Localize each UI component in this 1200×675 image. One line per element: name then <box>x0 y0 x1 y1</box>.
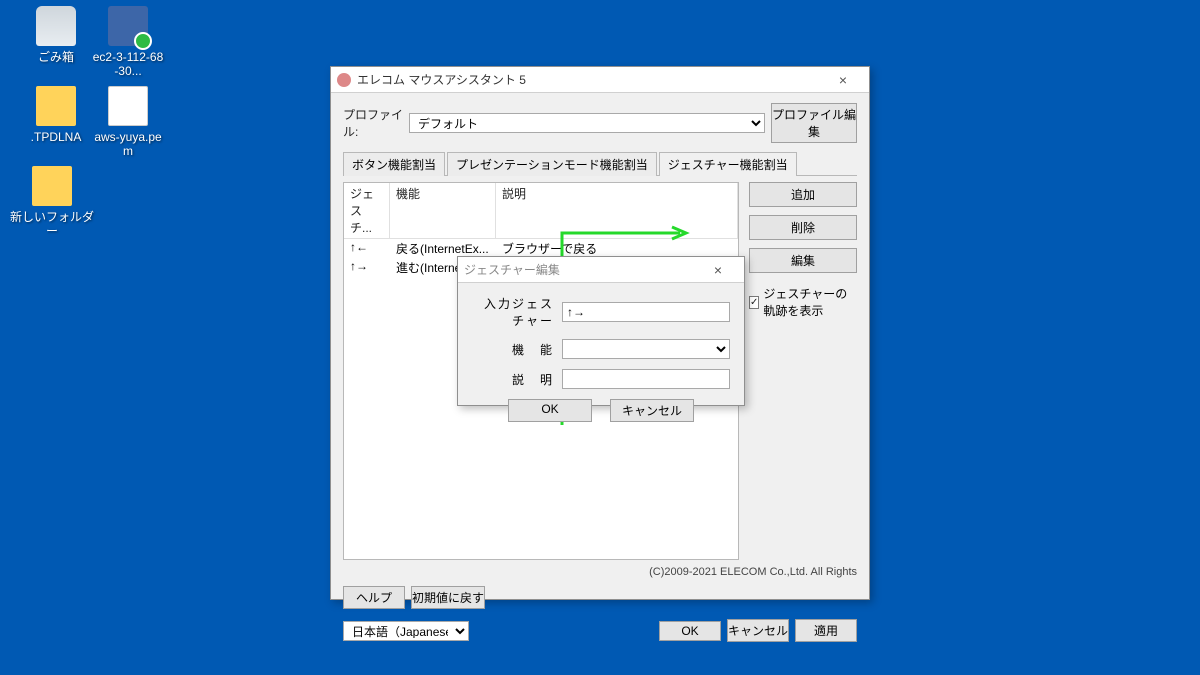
function-select[interactable] <box>562 339 730 359</box>
show-trace-checkbox[interactable]: ✓ ジェスチャーの軌跡を表示 <box>749 285 857 319</box>
copyright: (C)2009-2021 ELECOM Co.,Ltd. All Rights <box>343 566 857 578</box>
reset-button[interactable]: 初期値に戻す <box>411 586 485 609</box>
desktop-icon-trash[interactable]: ごみ箱 <box>20 6 92 64</box>
ok-button[interactable]: OK <box>659 621 721 641</box>
desktop-icon-label: .TPDLNA <box>20 130 92 144</box>
profile-label: プロファイル: <box>343 106 409 140</box>
desktop-icon-label: ごみ箱 <box>20 50 92 64</box>
cancel-button[interactable]: キャンセル <box>727 619 789 642</box>
col-func[interactable]: 機能 <box>390 183 496 238</box>
edit-button[interactable]: 編集 <box>749 248 857 273</box>
show-trace-label: ジェスチャーの軌跡を表示 <box>763 285 857 319</box>
app-icon <box>337 73 351 87</box>
dialog-titlebar[interactable]: ジェスチャー編集 × <box>458 257 744 283</box>
window-title: エレコム マウスアシスタント 5 <box>357 71 823 88</box>
folder-icon <box>36 86 76 126</box>
dialog-title: ジェスチャー編集 <box>464 261 698 278</box>
trash-icon <box>36 6 76 46</box>
profile-edit-button[interactable]: プロファイル編集 <box>771 103 857 143</box>
desktop-icon-label: aws-yuya.pem <box>92 130 164 159</box>
help-button[interactable]: ヘルプ <box>343 586 405 609</box>
desktop-icon-label: ec2-3-112-68-30... <box>92 50 164 79</box>
gesture-edit-dialog: ジェスチャー編集 × 入力ジェスチャー 機 能 説 明 OK キャンセル <box>457 256 745 406</box>
dialog-ok-button[interactable]: OK <box>508 399 592 422</box>
file-icon <box>108 86 148 126</box>
language-select[interactable]: 日本語（Japanese） <box>343 621 469 641</box>
add-button[interactable]: 追加 <box>749 182 857 207</box>
folder-icon <box>32 166 72 206</box>
profile-select[interactable]: デフォルト <box>409 113 765 133</box>
gesture-input-label: 入力ジェスチャー <box>472 295 562 329</box>
desktop-icon-remote[interactable]: ec2-3-112-68-30... <box>92 6 164 79</box>
function-label: 機 能 <box>472 341 562 358</box>
tab-button-assign[interactable]: ボタン機能割当 <box>343 152 445 176</box>
computer-icon <box>108 6 148 46</box>
apply-button[interactable]: 適用 <box>795 619 857 642</box>
dialog-cancel-button[interactable]: キャンセル <box>610 399 694 422</box>
description-input[interactable] <box>562 369 730 389</box>
col-gesture[interactable]: ジェスチ... <box>344 183 390 238</box>
desktop-icon-folder[interactable]: .TPDLNA <box>20 86 92 144</box>
gesture-input[interactable] <box>562 302 730 322</box>
close-icon[interactable]: × <box>823 72 863 88</box>
desktop-icon-newfolder[interactable]: 新しいフォルダー <box>10 166 94 239</box>
description-label: 説 明 <box>472 371 562 388</box>
tabs: ボタン機能割当 プレゼンテーションモード機能割当 ジェスチャー機能割当 <box>343 151 857 176</box>
list-header: ジェスチ... 機能 説明 <box>344 183 738 239</box>
tab-gesture-assign[interactable]: ジェスチャー機能割当 <box>659 152 797 176</box>
close-icon[interactable]: × <box>698 262 738 278</box>
col-desc[interactable]: 説明 <box>496 183 738 238</box>
checkbox-icon: ✓ <box>749 296 759 309</box>
titlebar[interactable]: エレコム マウスアシスタント 5 × <box>331 67 869 93</box>
desktop-icon-file[interactable]: aws-yuya.pem <box>92 86 164 159</box>
desktop-icon-label: 新しいフォルダー <box>10 210 94 239</box>
delete-button[interactable]: 削除 <box>749 215 857 240</box>
tab-presentation-assign[interactable]: プレゼンテーションモード機能割当 <box>447 152 657 176</box>
